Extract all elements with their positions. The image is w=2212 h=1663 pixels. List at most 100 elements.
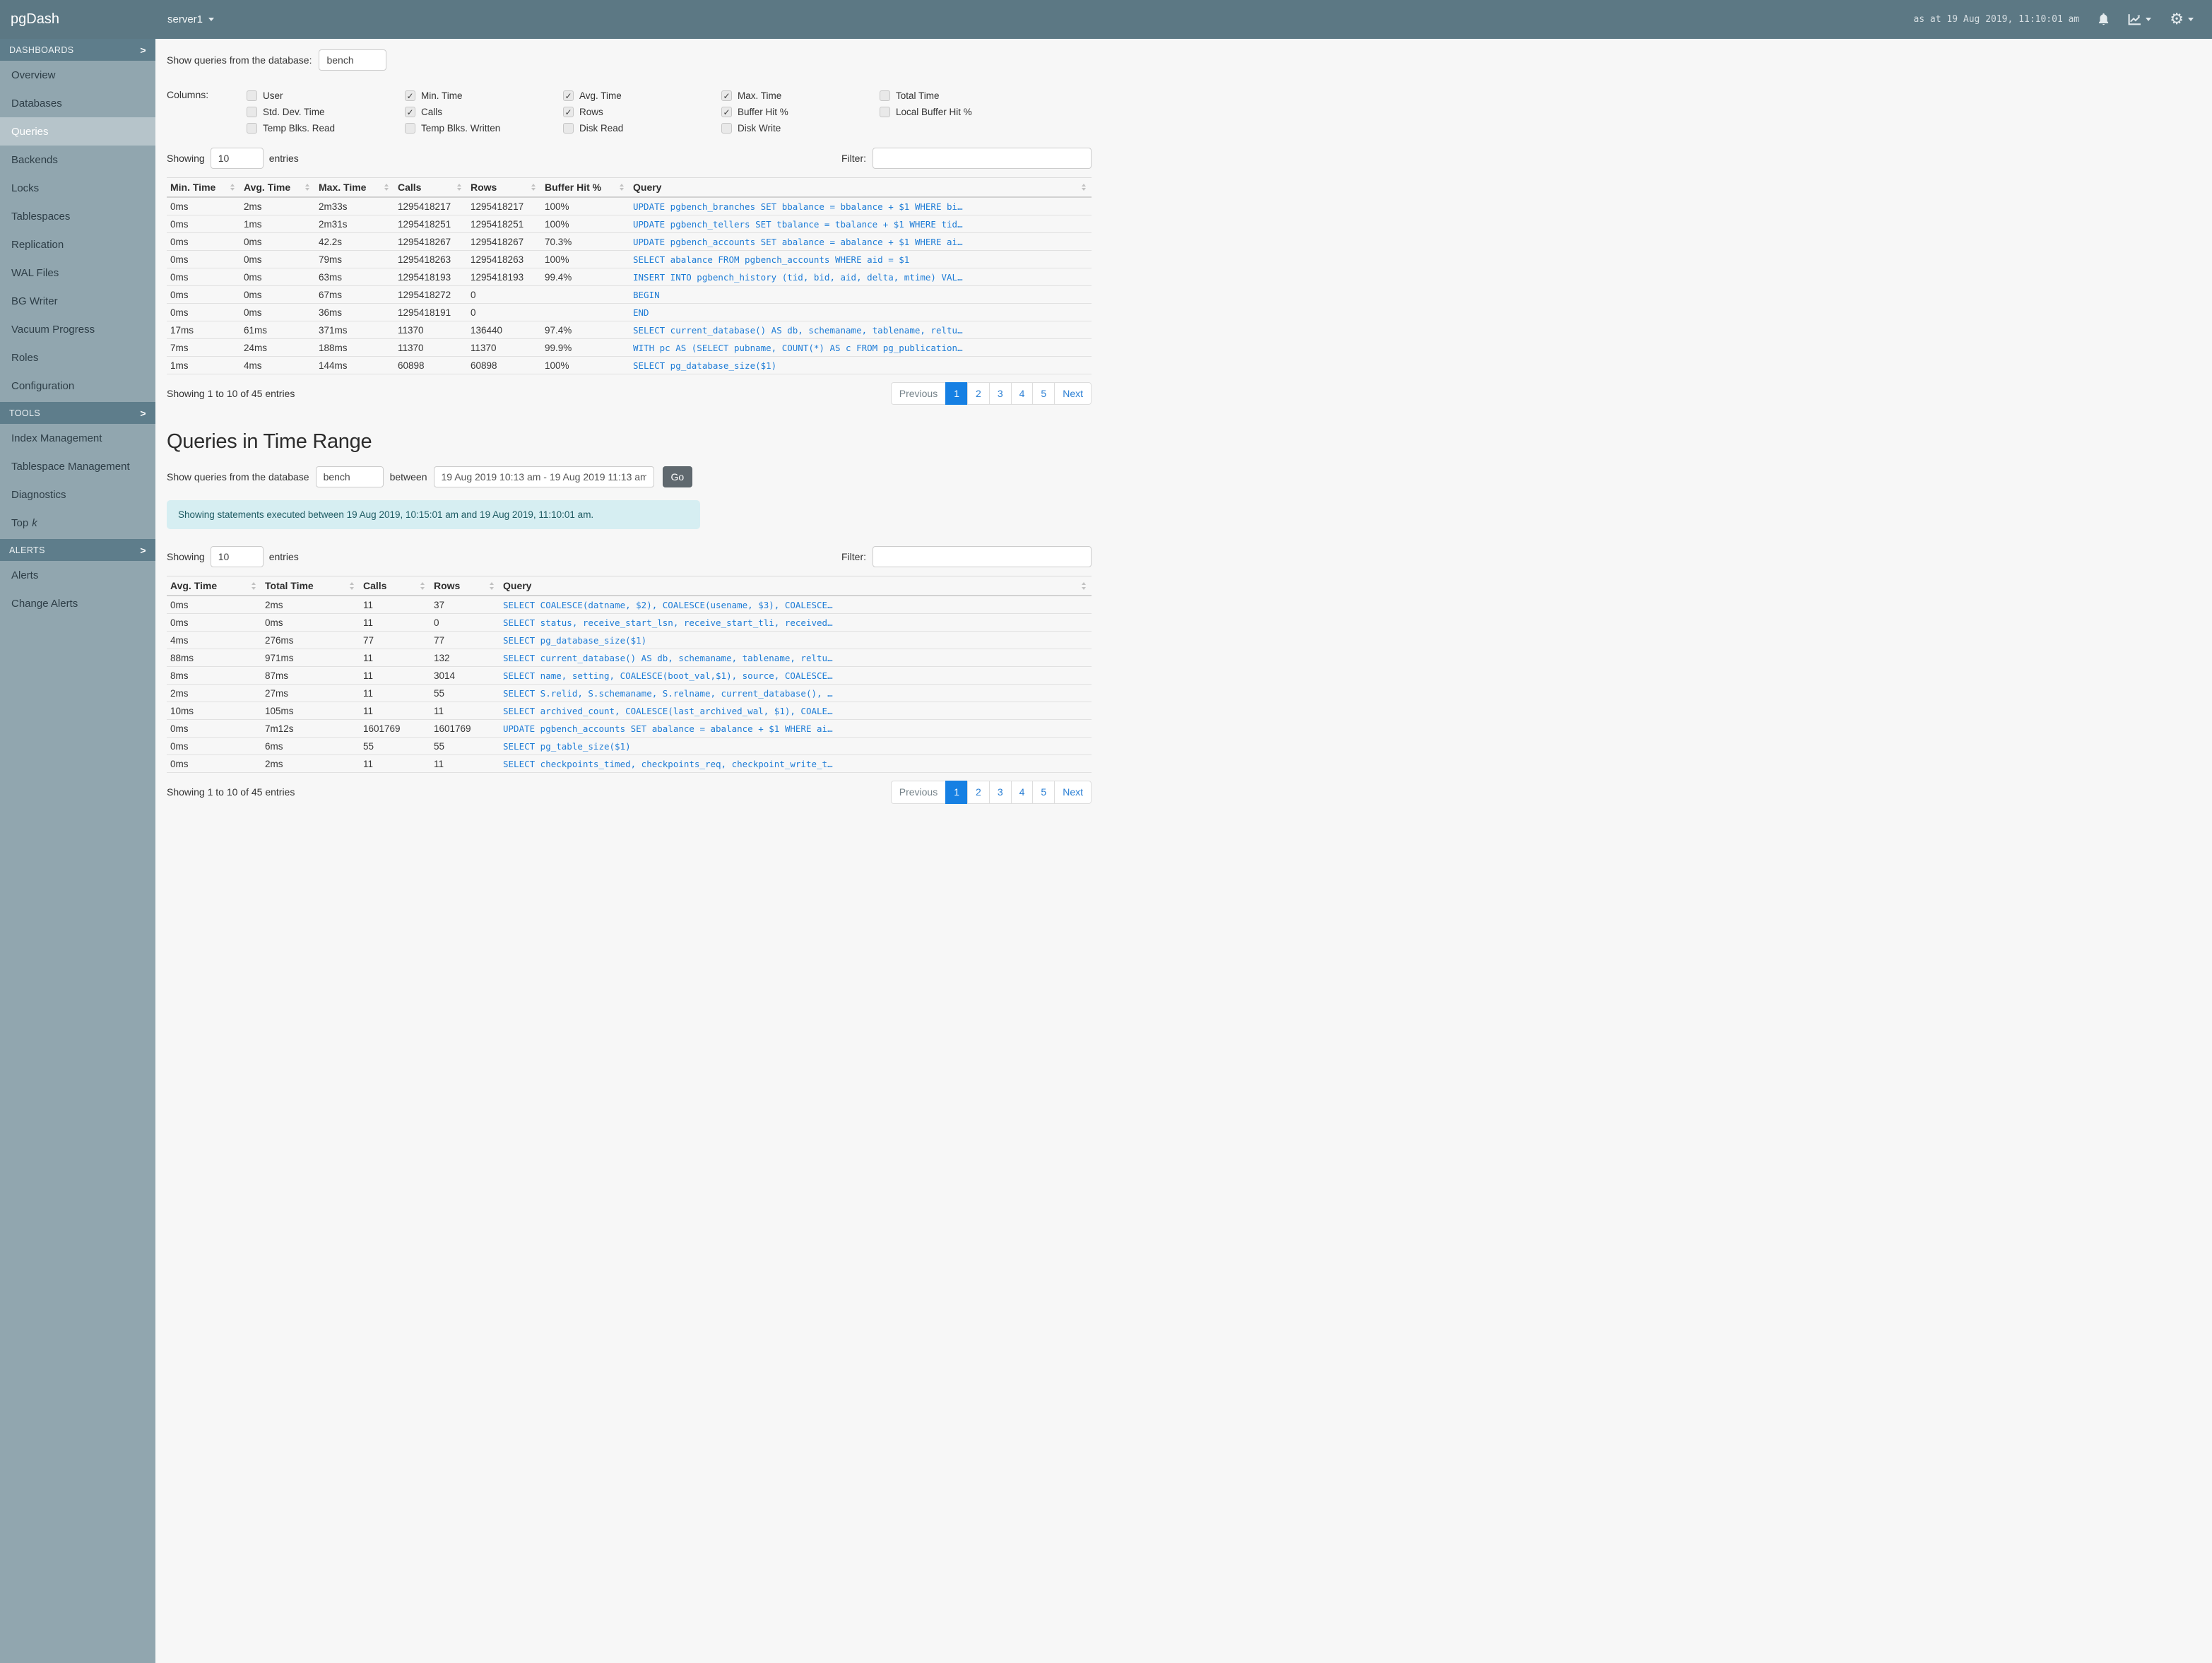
column-checkbox-avg-time[interactable]: ✓ Avg. Time [563,90,721,101]
query-link[interactable]: BEGIN [633,290,660,300]
pagination-page-2[interactable]: 2 [967,781,990,804]
query-link[interactable]: UPDATE pgbench_tellers SET tbalance = tb… [633,219,963,230]
sidebar-item-queries[interactable]: Queries [0,117,155,146]
sidebar-section-label: ALERTS [9,545,45,555]
column-header-total-time[interactable]: Total Time [261,576,360,597]
column-header-max-time[interactable]: Max. Time [315,177,394,198]
column-checkbox-total-time[interactable]: Total Time [880,90,1038,101]
query-row: 0ms 2ms 11 37 SELECT COALESCE(datname, $2), … [167,596,1092,615]
query-link[interactable]: END [633,307,649,318]
sidebar-item-roles[interactable]: Roles [0,343,155,372]
sidebar-item-overview[interactable]: Overview [0,61,155,89]
query-link[interactable]: SELECT S.relid, S.schemaname, S.relname,… [503,688,833,699]
query-link[interactable]: SELECT current_database() AS db, scheman… [633,325,963,336]
database-input[interactable] [319,49,387,71]
column-checkbox-rows[interactable]: ✓ Rows [563,107,721,117]
column-header-min-time[interactable]: Min. Time [167,177,240,198]
go-button[interactable]: Go [662,466,693,488]
entries-count-input[interactable] [210,546,264,568]
sort-icon [420,582,425,590]
query-link[interactable]: UPDATE pgbench_accounts SET abalance = a… [503,723,833,734]
query-link[interactable]: SELECT abalance FROM pgbench_accounts WH… [633,254,909,265]
column-header-query[interactable]: Query [499,576,1092,597]
pagination-page-1[interactable]: 1 [945,382,969,406]
query-link[interactable]: SELECT archived_count, COALESCE(last_arc… [503,706,833,716]
sidebar-item-change-alerts[interactable]: Change Alerts [0,589,155,617]
column-checkbox-temp-blks-read[interactable]: Temp Blks. Read [247,123,405,134]
charts-menu-button[interactable] [2128,13,2152,25]
sidebar-item-alerts[interactable]: Alerts [0,561,155,589]
sidebar-section-alerts[interactable]: ALERTS > [0,539,155,561]
query-link[interactable]: SELECT status, receive_start_lsn, receiv… [503,617,833,628]
sidebar-item-replication[interactable]: Replication [0,230,155,259]
pagination-page-5[interactable]: 5 [1032,781,1055,804]
settings-menu-button[interactable]: ⚙ [2170,11,2194,28]
pagination-page-4[interactable]: 4 [1010,781,1034,804]
sidebar-item-backends[interactable]: Backends [0,146,155,174]
filter-input[interactable] [873,546,1092,568]
column-checkbox-user[interactable]: User [247,90,405,101]
value-cell: 11 [360,666,430,685]
query-link[interactable]: SELECT pg_database_size($1) [633,360,776,371]
column-checkbox-disk-write[interactable]: Disk Write [721,123,880,134]
entries-count-input[interactable] [210,148,264,169]
query-link[interactable]: UPDATE pgbench_accounts SET abalance = a… [633,237,963,247]
column-header-calls[interactable]: Calls [394,177,467,198]
column-header-calls[interactable]: Calls [360,576,430,597]
query-link[interactable]: WITH pc AS (SELECT pubname, COUNT(*) AS … [633,343,963,353]
value-cell: 67ms [315,285,394,304]
query-link[interactable]: SELECT current_database() AS db, scheman… [503,653,833,663]
pagination-page-3[interactable]: 3 [988,382,1012,406]
column-checkbox-std-dev-time[interactable]: Std. Dev. Time [247,107,405,117]
pagination-page-4[interactable]: 4 [1010,382,1034,406]
pagination-previous[interactable]: Previous [890,781,947,804]
column-checkbox-disk-read[interactable]: Disk Read [563,123,721,134]
app-logo[interactable]: pgDash [0,11,155,28]
column-header-buffer-hit[interactable]: Buffer Hit % [541,177,629,198]
query-link[interactable]: SELECT pg_table_size($1) [503,741,631,752]
sidebar-section-dashboards[interactable]: DASHBOARDS > [0,39,155,61]
sidebar-item-tablespaces[interactable]: Tablespaces [0,202,155,230]
time-range-input[interactable] [433,466,654,488]
column-checkbox-buffer-hit[interactable]: ✓ Buffer Hit % [721,107,880,117]
pagination-page-2[interactable]: 2 [967,382,990,406]
query-link[interactable]: SELECT pg_database_size($1) [503,635,646,646]
pagination-page-3[interactable]: 3 [988,781,1012,804]
pagination-next[interactable]: Next [1054,781,1092,804]
column-header-rows[interactable]: Rows [467,177,541,198]
query-link[interactable]: SELECT checkpoints_timed, checkpoints_re… [503,759,833,769]
time-range-database-input[interactable] [315,466,384,488]
pagination-previous[interactable]: Previous [890,382,947,406]
column-checkbox-calls[interactable]: ✓ Calls [405,107,563,117]
sidebar-item-top-k[interactable]: Top k [0,509,155,537]
column-header-avg-time[interactable]: Avg. Time [167,576,261,597]
column-checkbox-min-time[interactable]: ✓ Min. Time [405,90,563,101]
pagination-page-1[interactable]: 1 [945,781,969,804]
column-header-avg-time[interactable]: Avg. Time [240,177,315,198]
filter-input[interactable] [873,148,1092,169]
pagination-next[interactable]: Next [1054,382,1092,406]
query-link[interactable]: UPDATE pgbench_branches SET bbalance = b… [633,201,963,212]
sidebar-item-tablespace-management[interactable]: Tablespace Management [0,452,155,480]
sidebar-item-locks[interactable]: Locks [0,174,155,202]
sidebar-item-diagnostics[interactable]: Diagnostics [0,480,155,509]
sidebar-item-databases[interactable]: Databases [0,89,155,117]
sidebar-section-tools[interactable]: TOOLS > [0,402,155,424]
pagination-page-5[interactable]: 5 [1032,382,1055,406]
column-header-query[interactable]: Query [629,177,1092,198]
sidebar-item-bg-writer[interactable]: BG Writer [0,287,155,315]
query-link[interactable]: SELECT COALESCE(datname, $2), COALESCE(u… [503,600,833,610]
column-checkbox-temp-blks-written[interactable]: Temp Blks. Written [405,123,563,134]
sidebar-item-index-management[interactable]: Index Management [0,424,155,452]
column-checkbox-local-buffer-hit[interactable]: Local Buffer Hit % [880,107,1038,117]
sidebar-item-wal-files[interactable]: WAL Files [0,259,155,287]
sidebar-item-vacuum-progress[interactable]: Vacuum Progress [0,315,155,343]
sidebar-item-configuration[interactable]: Configuration [0,372,155,400]
column-checkbox-max-time[interactable]: ✓ Max. Time [721,90,880,101]
value-cell: 0ms [167,754,261,774]
query-link[interactable]: INSERT INTO pgbench_history (tid, bid, a… [633,272,963,283]
query-link[interactable]: SELECT name, setting, COALESCE(boot_val,… [503,670,833,681]
column-header-rows[interactable]: Rows [430,576,499,597]
server-selector[interactable]: server1 [167,13,215,25]
notifications-button[interactable] [2098,13,2110,26]
